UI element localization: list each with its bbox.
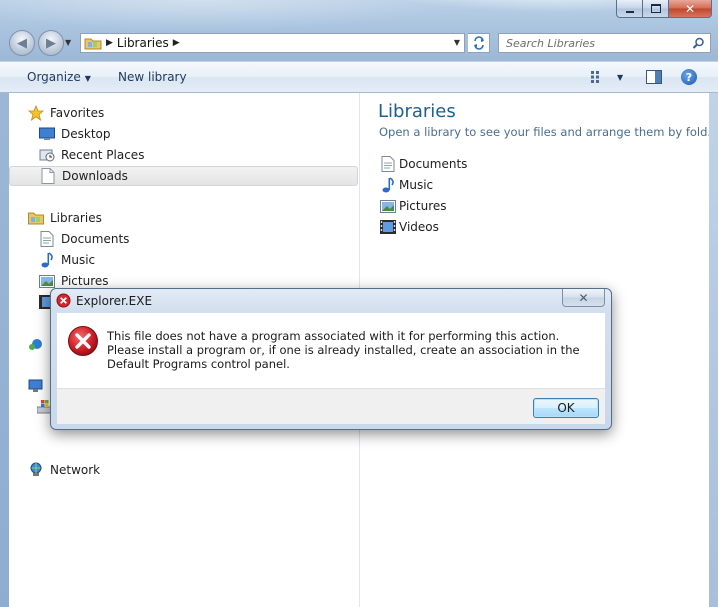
dialog-close-button[interactable]: ✕	[562, 289, 605, 307]
libraries-folder-icon	[84, 38, 102, 50]
refresh-icon	[473, 36, 484, 50]
organize-menu[interactable]: Organize ▼	[27, 70, 91, 84]
back-button[interactable]: ◀	[9, 30, 35, 56]
navigation-bar: ◀ ▶ ▼ ▶ Libraries ▶ ▼	[0, 27, 718, 61]
explorer-window: ✕ ◀ ▶ ▼ ▶ Libraries ▶ ▼ Search Libraries…	[0, 0, 718, 607]
nav-favorites-label: Favorites	[50, 106, 105, 120]
nav-music-label: Music	[61, 253, 96, 267]
new-library-button[interactable]: New library	[118, 70, 187, 84]
command-bar: Organize ▼ New library ▼ ?	[0, 61, 718, 93]
page-subtitle: Open a library to see your files and arr…	[379, 125, 718, 139]
maximize-icon	[650, 4, 661, 13]
nav-desktop[interactable]: Desktop	[39, 124, 111, 144]
back-arrow-icon: ◀	[17, 35, 27, 51]
library-videos-label: Videos	[399, 220, 439, 234]
preview-pane-icon[interactable]	[646, 70, 662, 84]
new-library-label: New library	[118, 70, 187, 84]
music-icon	[39, 252, 55, 268]
address-bar[interactable]: ▶ Libraries ▶ ▼	[80, 33, 465, 53]
dialog-footer: OK	[57, 388, 605, 424]
error-dialog: Explorer.EXE ✕ This file does not have a…	[50, 288, 612, 430]
nav-network[interactable]: Network	[28, 460, 100, 480]
network-icon	[28, 462, 44, 478]
search-box[interactable]	[498, 33, 711, 53]
nav-documents[interactable]: Documents	[39, 229, 129, 249]
close-icon: ✕	[684, 1, 696, 16]
dialog-title: Explorer.EXE	[76, 294, 153, 308]
ok-button[interactable]: OK	[533, 398, 599, 418]
caption-buttons: ✕	[616, 0, 712, 18]
downloads-icon	[40, 168, 56, 184]
nav-homegroup[interactable]	[28, 334, 50, 354]
chevron-down-icon[interactable]: ▼	[617, 73, 623, 82]
library-pictures[interactable]: Pictures	[380, 196, 447, 216]
chevron-down-icon: ▼	[84, 74, 91, 83]
recent-pages-dropdown[interactable]: ▼	[65, 38, 75, 48]
forward-arrow-icon: ▶	[46, 35, 56, 51]
address-crumb-libraries[interactable]: Libraries	[117, 36, 169, 50]
pictures-icon	[39, 273, 55, 289]
recent-places-icon	[39, 147, 55, 163]
nav-downloads-label: Downloads	[62, 169, 128, 183]
window-right-border	[709, 93, 718, 607]
nav-network-label: Network	[50, 463, 101, 477]
error-icon	[56, 293, 71, 308]
view-grid-icon	[591, 71, 599, 83]
refresh-button[interactable]	[468, 33, 490, 53]
change-view-button[interactable]: ▼	[591, 71, 623, 83]
organize-label: Organize	[27, 70, 81, 84]
search-input[interactable]	[504, 35, 688, 51]
help-icon[interactable]: ?	[681, 69, 697, 85]
address-chevron-icon[interactable]: ▶	[106, 38, 113, 48]
homegroup-icon	[28, 336, 44, 352]
close-window-button[interactable]: ✕	[669, 0, 712, 18]
maximize-button[interactable]	[643, 0, 669, 18]
nav-computer[interactable]	[28, 376, 50, 396]
documents-icon	[39, 231, 55, 247]
pictures-icon	[380, 198, 396, 214]
minimize-button[interactable]	[616, 0, 643, 18]
library-music-label: Music	[399, 178, 434, 192]
search-icon[interactable]	[692, 37, 705, 50]
documents-icon	[380, 156, 396, 172]
nav-recent-places[interactable]: Recent Places	[39, 145, 144, 165]
error-icon	[68, 326, 98, 356]
dialog-message: This file does not have a program associ…	[107, 329, 580, 371]
minimize-icon	[625, 10, 634, 13]
close-icon: ✕	[578, 290, 589, 305]
desktop-icon	[39, 126, 55, 142]
nav-libraries-label: Libraries	[50, 211, 102, 225]
computer-icon	[28, 378, 44, 394]
library-music[interactable]: Music	[380, 175, 433, 195]
nav-favorites[interactable]: Favorites	[28, 103, 104, 123]
nav-music[interactable]: Music	[39, 250, 95, 270]
nav-arrows: ◀ ▶	[9, 30, 67, 56]
libraries-folder-icon	[28, 210, 44, 226]
nav-pictures-label: Pictures	[61, 274, 109, 288]
library-pictures-label: Pictures	[399, 199, 447, 213]
nav-downloads[interactable]: Downloads	[9, 166, 358, 186]
nav-recent-places-label: Recent Places	[61, 148, 145, 162]
library-videos[interactable]: Videos	[380, 217, 439, 237]
library-documents-label: Documents	[399, 157, 468, 171]
library-documents[interactable]: Documents	[380, 154, 467, 174]
address-history-dropdown[interactable]: ▼	[454, 38, 460, 47]
dialog-body: This file does not have a program associ…	[57, 313, 605, 388]
nav-desktop-label: Desktop	[61, 127, 111, 141]
page-title: Libraries	[378, 101, 456, 122]
videos-icon	[380, 219, 396, 235]
address-chevron-icon[interactable]: ▶	[173, 38, 180, 48]
nav-documents-label: Documents	[61, 232, 130, 246]
forward-button[interactable]: ▶	[38, 30, 64, 56]
music-icon	[380, 177, 396, 193]
star-icon	[28, 105, 44, 121]
nav-libraries[interactable]: Libraries	[28, 208, 102, 228]
